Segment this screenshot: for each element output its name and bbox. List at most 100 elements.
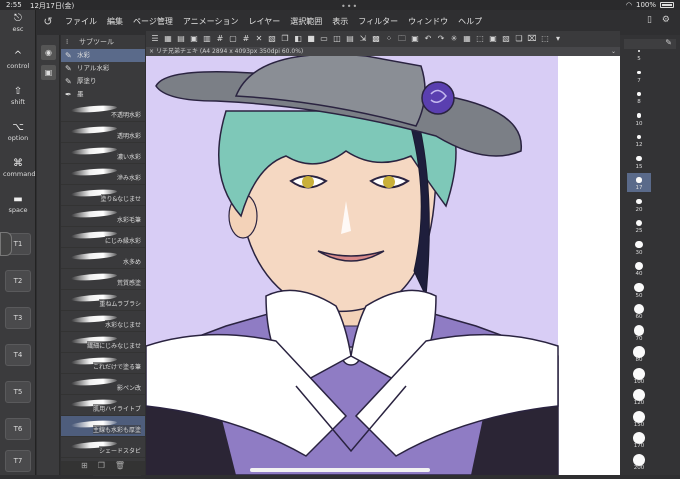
brush-item[interactable]: 滲み水彩: [61, 164, 145, 185]
brush-size-dot[interactable]: [636, 113, 642, 118]
brush-size-dot[interactable]: [633, 303, 645, 315]
esc-key[interactable]: ⎋ esc: [3, 13, 33, 33]
t4-button[interactable]: T4: [5, 344, 31, 366]
brush-item[interactable]: 水多め: [61, 248, 145, 269]
brush-item[interactable]: にじみ縁水彩: [61, 227, 145, 248]
folder-icon[interactable]: 🗀: [397, 34, 407, 44]
layout-icon[interactable]: ▤: [176, 34, 186, 44]
brush-item[interactable]: 水彩なじませ: [61, 311, 145, 332]
settings-icon[interactable]: ⚙: [662, 15, 670, 25]
menu-help[interactable]: ヘルプ: [453, 16, 487, 27]
brush-item[interactable]: 重ねムラブラシ: [61, 290, 145, 311]
window-icon[interactable]: ▭: [319, 34, 329, 44]
option-key[interactable]: ⌥ option: [3, 122, 33, 142]
brush-item[interactable]: 肌用ハイライトブ: [61, 395, 145, 416]
image-icon[interactable]: ▧: [267, 34, 277, 44]
fill-selection-icon[interactable]: ▧: [501, 34, 511, 44]
copy-icon[interactable]: ❐: [280, 34, 290, 44]
brush-size-dot[interactable]: [637, 70, 641, 75]
command-key[interactable]: ⌘ command: [3, 158, 35, 178]
menu-animation[interactable]: アニメーション: [178, 16, 244, 27]
grid-icon[interactable]: ▦: [163, 34, 173, 44]
checker-icon[interactable]: ▩: [371, 34, 381, 44]
brush-item[interactable]: 水彩毛筆: [61, 206, 145, 227]
layers-icon[interactable]: ▤: [345, 34, 355, 44]
menu-selection[interactable]: 選択範囲: [285, 16, 327, 27]
brush-size-dot[interactable]: [635, 240, 643, 249]
split-icon[interactable]: ◫: [332, 34, 342, 44]
menu-edit[interactable]: 編集: [102, 16, 128, 27]
trash-icon[interactable]: 🗑: [115, 461, 125, 475]
brush-size-dot[interactable]: [636, 177, 642, 183]
menu-filter[interactable]: フィルター: [353, 16, 403, 27]
subtool-group-item[interactable]: ✎ 厚塗り: [61, 75, 145, 88]
dots-icon[interactable]: ⁘: [384, 34, 394, 44]
document-tab[interactable]: × リチ兄弟チェキ (A4 2894 x 4093px 350dpi 60.0%…: [146, 47, 620, 56]
brush-item[interactable]: 繊細にじみなじませ: [61, 332, 145, 353]
square-icon[interactable]: ■: [306, 34, 316, 44]
control-key[interactable]: ^ control: [3, 50, 33, 70]
t5-button[interactable]: T5: [5, 381, 31, 403]
gallery-icon[interactable]: ▥: [202, 34, 212, 44]
save-icon[interactable]: ▣: [410, 34, 420, 44]
grid-select-icon[interactable]: ▦: [462, 34, 472, 44]
brush-label: 透明水彩: [116, 131, 141, 140]
sparkle-icon[interactable]: ✳: [449, 34, 459, 44]
menu-page[interactable]: ページ管理: [128, 16, 178, 27]
brush-item[interactable]: 荒質感塗: [61, 269, 145, 290]
ruler-grid-icon[interactable]: #: [215, 34, 225, 44]
brush-item[interactable]: 影ペン改: [61, 374, 145, 395]
brush-item[interactable]: 濃い水彩: [61, 143, 145, 164]
brush-size-dot[interactable]: [636, 155, 642, 161]
brush-item[interactable]: これだけで塗る筆: [61, 353, 145, 374]
hash-icon[interactable]: #: [241, 34, 251, 44]
undo-icon[interactable]: ↶: [423, 34, 433, 44]
copy-subtool-icon[interactable]: ❐: [98, 461, 105, 475]
close-selection-icon[interactable]: ⌧: [527, 34, 537, 44]
close-tab-icon[interactable]: ×: [149, 48, 154, 55]
panel-icon[interactable]: ▣: [189, 34, 199, 44]
app-logo-icon[interactable]: ↺: [36, 15, 60, 28]
tab-menu-icon[interactable]: ⌄: [611, 47, 616, 56]
palette-icon[interactable]: ◉: [41, 45, 56, 60]
menu-icon[interactable]: ☰: [150, 34, 160, 44]
home-indicator[interactable]: [250, 468, 430, 472]
t2-button[interactable]: T2: [5, 270, 31, 292]
menu-file[interactable]: ファイル: [60, 16, 102, 27]
menu-view[interactable]: 表示: [327, 16, 353, 27]
artwork-canvas[interactable]: [146, 56, 620, 475]
crop-icon[interactable]: ▣: [488, 34, 498, 44]
t3-button[interactable]: T3: [5, 307, 31, 329]
brush-item[interactable]: 透明水彩: [61, 122, 145, 143]
brush-size-dot[interactable]: [634, 282, 644, 293]
redo-icon[interactable]: ↷: [436, 34, 446, 44]
transform-icon[interactable]: ⬚: [475, 34, 485, 44]
multitask-dots-icon[interactable]: •••: [341, 2, 358, 11]
space-key[interactable]: ▬ space: [3, 194, 33, 214]
window-stack-icon[interactable]: ❏: [514, 34, 524, 44]
brush-item[interactable]: 不透明水彩: [61, 101, 145, 122]
add-subtool-icon[interactable]: ⊞: [81, 461, 88, 475]
subtool-group-item[interactable]: ✎ リアル水彩: [61, 62, 145, 75]
image-panel-icon[interactable]: ▣: [41, 65, 56, 80]
brush-item[interactable]: 主線も水彩も厚塗: [61, 416, 145, 437]
brush-size-dot[interactable]: [637, 92, 641, 96]
menu-window[interactable]: ウィンドウ: [403, 16, 453, 27]
import-icon[interactable]: ⇲: [358, 34, 368, 44]
brush-item[interactable]: シェードスタビ: [61, 437, 145, 458]
edge-keyboard-handle[interactable]: [0, 232, 12, 256]
more-icon[interactable]: ▾: [553, 34, 563, 44]
subtool-group-item[interactable]: ✎ 水彩: [61, 49, 145, 62]
cross-icon[interactable]: ✕: [254, 34, 264, 44]
subtool-group-item[interactable]: ✒ 墨: [61, 88, 145, 101]
brush-item[interactable]: 塗り&なじませ: [61, 185, 145, 206]
t6-button[interactable]: T6: [5, 418, 31, 440]
t7-button[interactable]: T7: [5, 450, 31, 472]
select-icon[interactable]: ⬚: [540, 34, 550, 44]
menu-layer[interactable]: レイヤー: [244, 16, 286, 27]
fill-icon[interactable]: ◧: [293, 34, 303, 44]
frame-icon[interactable]: ▢: [228, 34, 238, 44]
canvas-area[interactable]: [146, 56, 620, 475]
shift-key[interactable]: ⇧ shift: [3, 86, 33, 106]
device-icon[interactable]: ▯: [647, 15, 652, 25]
